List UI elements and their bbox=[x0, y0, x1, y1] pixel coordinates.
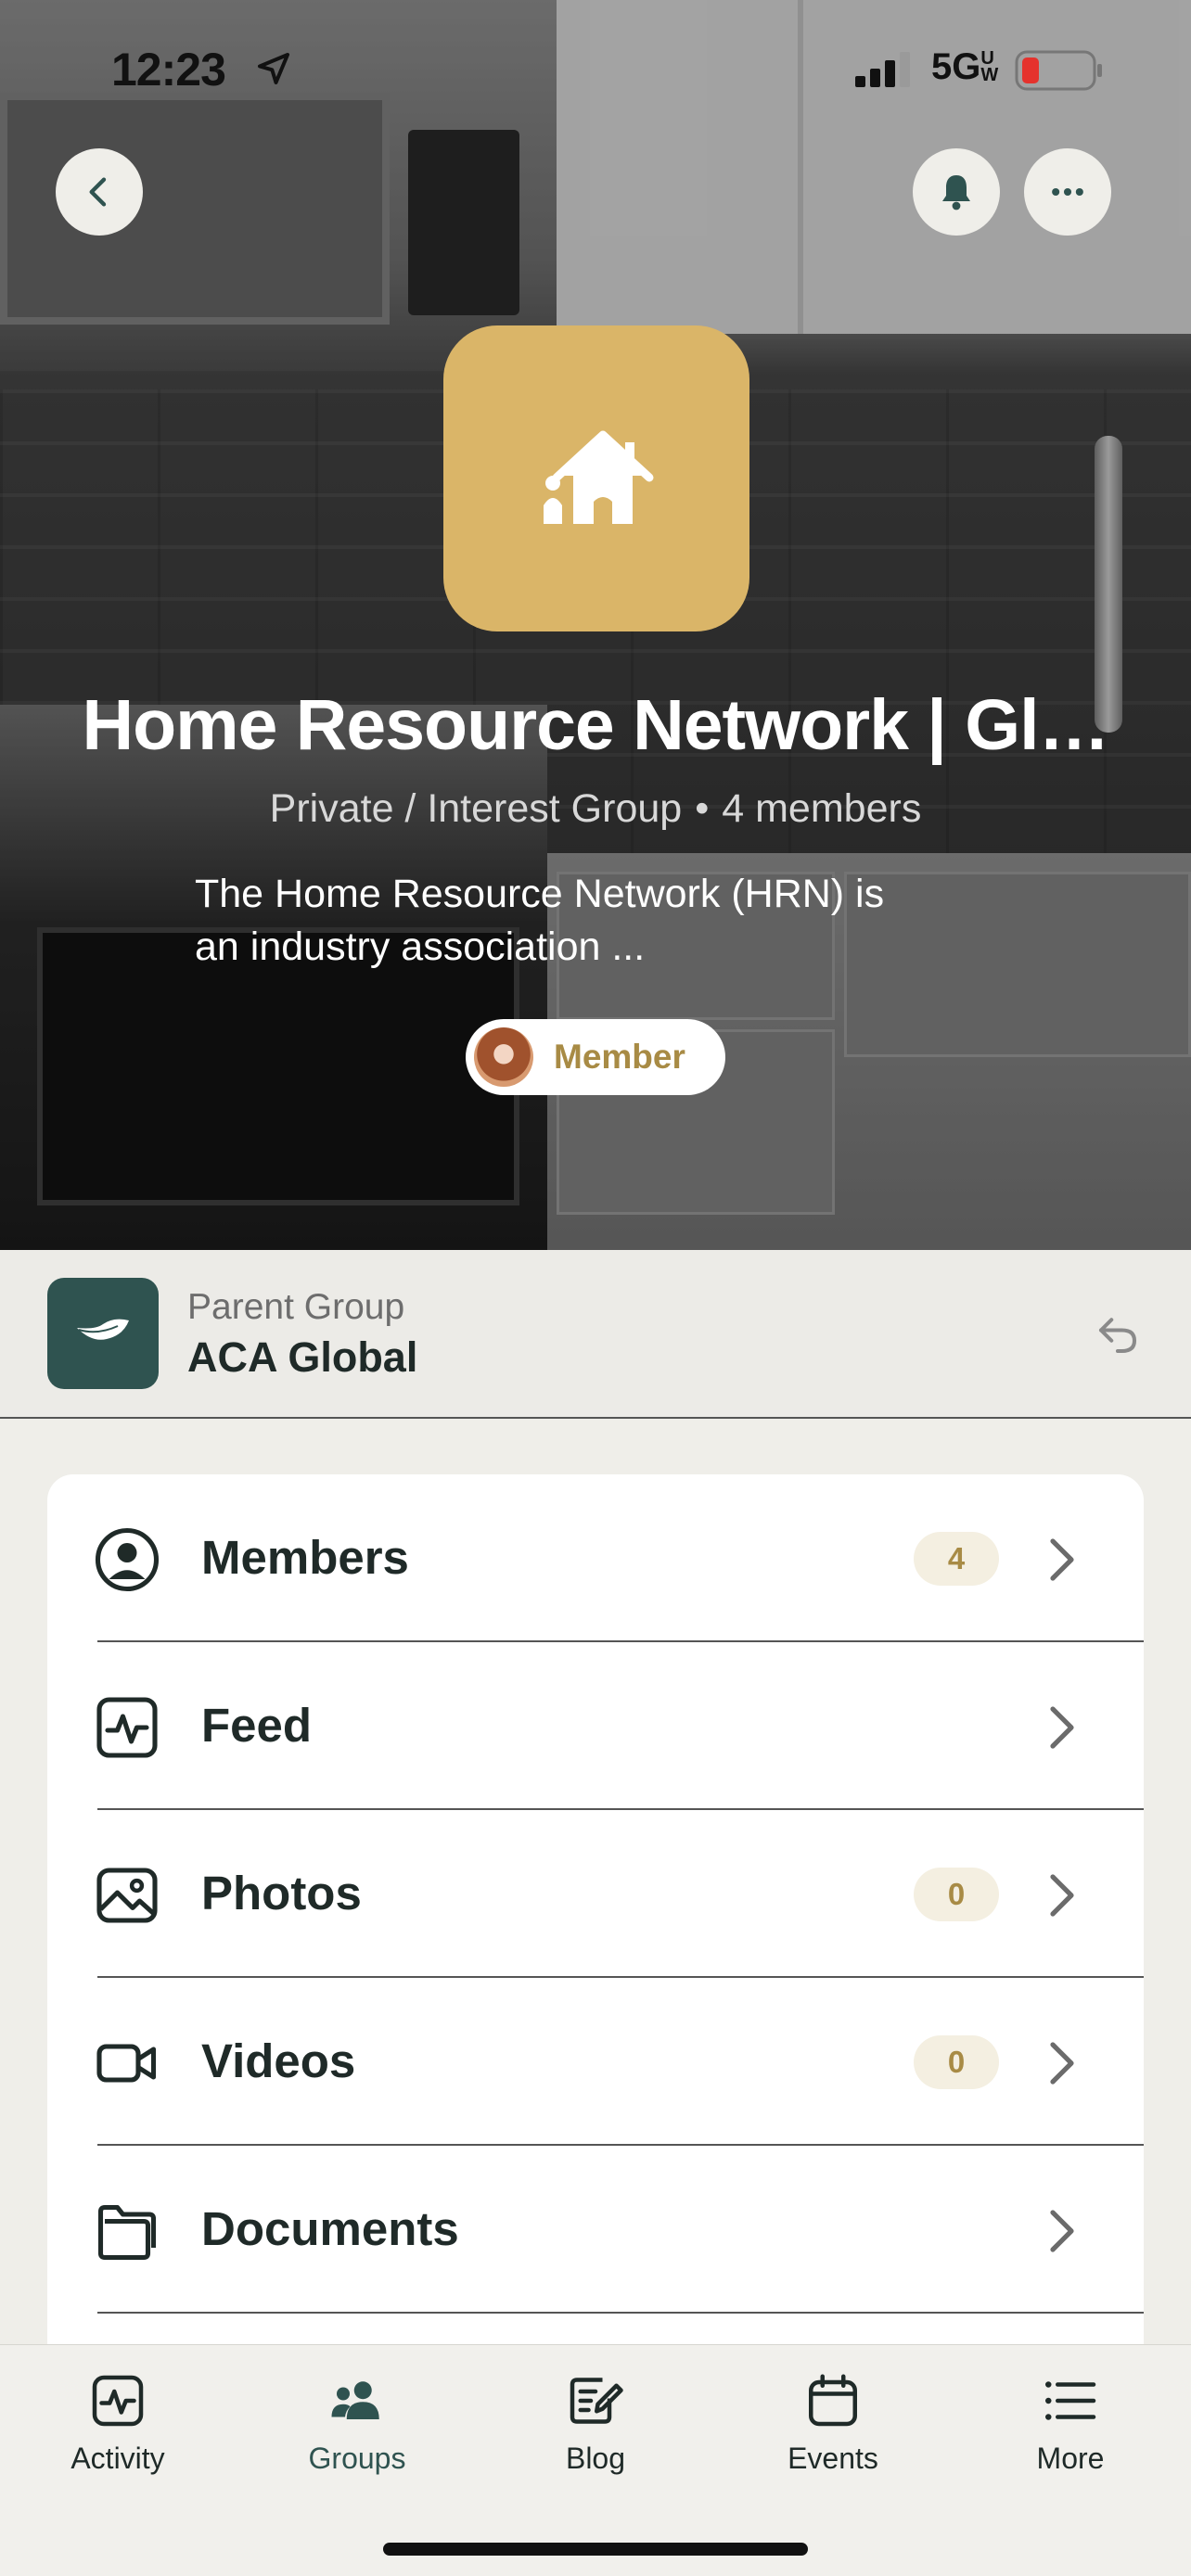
menu-item-label: Photos bbox=[201, 1867, 362, 1919]
chevron-right-icon bbox=[1050, 2042, 1074, 2085]
group-meta: Private / Interest Group • 4 members bbox=[0, 786, 1191, 832]
tab-groups[interactable]: Groups bbox=[264, 2364, 450, 2493]
menu-item-label: Members bbox=[201, 1531, 409, 1584]
avatar bbox=[474, 1027, 533, 1087]
count-badge: 4 bbox=[914, 1532, 999, 1586]
home-indicator[interactable] bbox=[383, 2543, 808, 2556]
leaf-icon bbox=[77, 1319, 129, 1340]
group-member-count[interactable]: 4 members bbox=[722, 786, 921, 831]
chevron-left-icon bbox=[89, 177, 107, 207]
calendar-icon bbox=[809, 2374, 857, 2427]
menu-item-label: Feed bbox=[201, 1699, 313, 1752]
description-line-2: an industry association ... bbox=[195, 925, 646, 969]
tab-more[interactable]: More bbox=[978, 2364, 1163, 2493]
groups-icon bbox=[331, 2381, 379, 2419]
notifications-button[interactable] bbox=[913, 148, 1000, 236]
house-icon bbox=[544, 430, 654, 524]
group-avatar bbox=[443, 325, 749, 631]
parent-group-name: ACA Global bbox=[187, 1333, 418, 1381]
activity-icon bbox=[96, 1697, 158, 1758]
chevron-right-icon bbox=[1050, 1706, 1074, 1749]
chevron-right-icon bbox=[1050, 1538, 1074, 1581]
separator-dot: • bbox=[695, 786, 710, 831]
tab-label: More bbox=[1036, 2442, 1105, 2475]
bell-icon bbox=[942, 175, 970, 210]
menu-item-label: Videos bbox=[201, 2034, 356, 2087]
group-description[interactable]: The Home Resource Network (HRN) is an in… bbox=[195, 868, 1030, 974]
ellipsis-icon bbox=[1052, 187, 1083, 197]
menu-item-videos[interactable]: Videos 0 bbox=[47, 1978, 1144, 2146]
menu-item-members[interactable]: Members 4 bbox=[47, 1474, 1144, 1642]
battery-icon bbox=[1015, 50, 1102, 91]
tab-events[interactable]: Events bbox=[740, 2364, 926, 2493]
menu-item-documents[interactable]: Documents bbox=[47, 2146, 1144, 2314]
tab-label: Activity bbox=[70, 2442, 165, 2475]
more-options-button[interactable] bbox=[1024, 148, 1111, 236]
tab-activity[interactable]: Activity bbox=[25, 2364, 211, 2493]
video-icon bbox=[96, 2044, 157, 2083]
blog-icon bbox=[570, 2378, 623, 2424]
tab-bar: Activity Groups Blog Events More bbox=[0, 2344, 1191, 2576]
parent-group-caption: Parent Group bbox=[187, 1287, 405, 1327]
list-icon bbox=[1045, 2381, 1096, 2420]
count-badge: 0 bbox=[914, 1868, 999, 1921]
chevron-right-icon bbox=[1050, 2210, 1074, 2252]
group-menu: Members 4 Feed Photos 0 Videos 0 Documen… bbox=[47, 1474, 1144, 2346]
status-time: 12:23 bbox=[111, 44, 226, 96]
tab-label: Groups bbox=[308, 2442, 406, 2475]
membership-button[interactable]: Member bbox=[466, 1019, 725, 1095]
tab-blog[interactable]: Blog bbox=[503, 2364, 688, 2493]
membership-label: Member bbox=[554, 1038, 685, 1076]
description-line-1: The Home Resource Network (HRN) is bbox=[195, 872, 885, 916]
menu-item-feed[interactable]: Feed bbox=[47, 1642, 1144, 1810]
divider bbox=[97, 2312, 1144, 2314]
menu-item-photos[interactable]: Photos 0 bbox=[47, 1810, 1144, 1978]
activity-icon bbox=[92, 2375, 144, 2427]
count-badge: 0 bbox=[914, 2035, 999, 2089]
tab-label: Blog bbox=[565, 2442, 626, 2475]
signal-icon bbox=[855, 52, 910, 87]
folder-icon bbox=[97, 2204, 157, 2261]
menu-item-label: Documents bbox=[201, 2202, 459, 2255]
tab-label: Events bbox=[788, 2442, 878, 2475]
chevron-right-icon bbox=[1050, 1874, 1074, 1917]
location-arrow-icon bbox=[258, 53, 289, 84]
parent-group-bar[interactable]: Parent Group ACA Global bbox=[0, 1250, 1191, 1419]
back-button[interactable] bbox=[56, 148, 143, 236]
status-bar: 12:23 5GUW bbox=[0, 0, 1191, 139]
group-title: Home Resource Network | Gl… bbox=[82, 685, 1109, 765]
parent-group-logo bbox=[47, 1278, 159, 1389]
group-privacy: Private / Interest Group bbox=[269, 786, 683, 831]
photo-icon bbox=[96, 1868, 158, 1923]
user-circle-icon bbox=[95, 1527, 160, 1592]
network-label: 5GUW bbox=[931, 46, 999, 87]
return-arrow-icon[interactable] bbox=[1093, 1309, 1143, 1359]
